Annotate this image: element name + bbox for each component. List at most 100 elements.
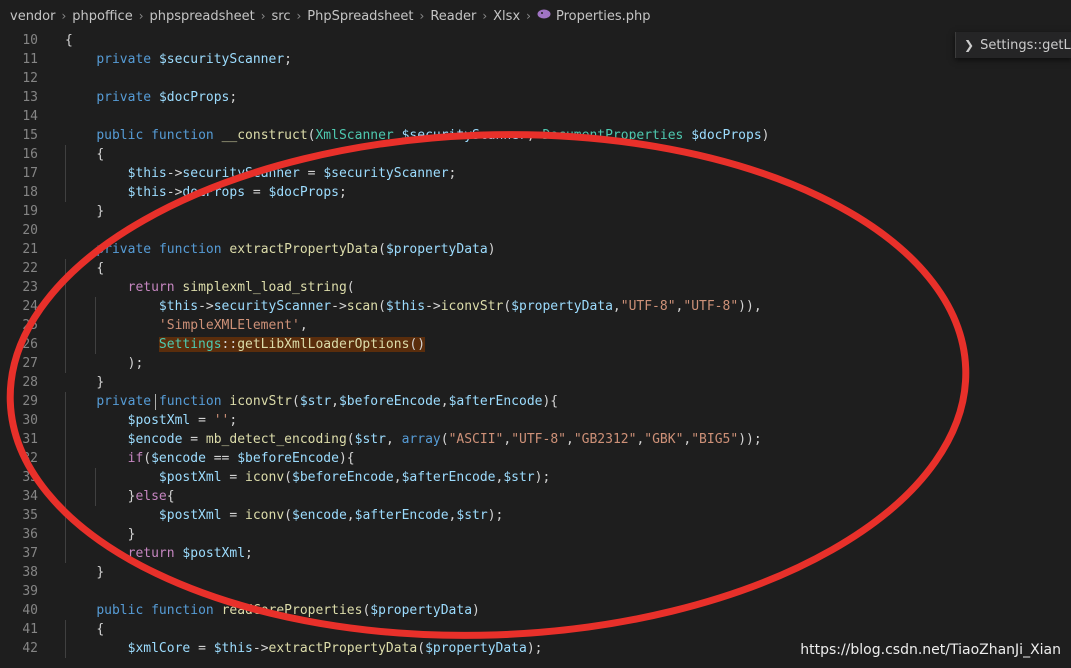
breadcrumb-item[interactable]: phpspreadsheet (150, 9, 255, 24)
code-token: $str (456, 508, 488, 523)
code-line[interactable]: 41 { (0, 620, 1071, 639)
code-token: securityScanner (182, 166, 300, 181)
code-line[interactable]: 19 } (0, 202, 1071, 221)
code-text: { (65, 145, 104, 164)
code-line[interactable]: 31 $encode = mb_detect_encoding($str, ar… (0, 430, 1071, 449)
code-line[interactable]: 36 } (0, 525, 1071, 544)
code-line[interactable]: 18 $this->docProps = $docProps; (0, 183, 1071, 202)
indent-guide (95, 297, 96, 354)
code-line[interactable]: 34 }else{ (0, 487, 1071, 506)
code-line[interactable]: 10 { (0, 31, 1071, 50)
code-token: $propertyData (511, 299, 613, 314)
breadcrumb-file[interactable]: Properties.php (556, 9, 651, 24)
code-line[interactable]: 23 return simplexml_load_string( (0, 278, 1071, 297)
code-token: return (127, 280, 175, 295)
code-token: , (565, 432, 574, 447)
line-number: 33 (22, 470, 38, 485)
chevron-right-icon: › (260, 9, 266, 23)
code-text: $postXml = ''; (65, 411, 238, 430)
code-line[interactable]: 14 (0, 107, 1071, 126)
code-text: private function extractPropertyData($pr… (65, 240, 495, 259)
line-number: 15 (22, 128, 38, 143)
code-line[interactable]: 40 public function readCoreProperties($p… (0, 601, 1071, 620)
code-line[interactable]: 24 $this->securityScanner->scan($this->i… (0, 297, 1071, 316)
code-line[interactable]: 39 (0, 582, 1071, 601)
code-line[interactable]: 29 private function iconvStr($str,$befor… (0, 392, 1071, 411)
breadcrumb-item[interactable]: phpoffice (72, 9, 132, 24)
code-token: -> (252, 641, 269, 656)
code-token: ( (378, 299, 386, 314)
code-token: $postXml (158, 470, 222, 485)
code-line[interactable]: 11 private $securityScanner; (0, 50, 1071, 69)
code-line[interactable]: 13 private $docProps; (0, 88, 1071, 107)
line-number: 39 (22, 584, 38, 599)
code-token: getLibXmlLoaderOptions (237, 337, 410, 352)
indent-guide (65, 259, 66, 373)
chevron-right-icon[interactable]: ❯ (964, 38, 974, 52)
sticky-scroll-widget[interactable]: ❯ Settings::getLibX (955, 32, 1071, 58)
code-token: $afterEncode (401, 470, 496, 485)
code-token: $encode (151, 451, 206, 466)
code-token: $propertyData (370, 603, 473, 618)
line-number: 37 (22, 546, 38, 561)
code-line[interactable]: 35 $postXml = iconv($encode,$afterEncode… (0, 506, 1071, 525)
code-line[interactable]: 32 if($encode == $beforeEncode){ (0, 449, 1071, 468)
indent-guide (65, 145, 66, 202)
code-token: -> (425, 299, 441, 314)
code-line[interactable]: 12 (0, 69, 1071, 88)
breadcrumb-item[interactable]: vendor (10, 9, 55, 24)
code-token: 'SimpleXMLElement' (158, 318, 300, 333)
code-token: $xmlCore (127, 641, 191, 656)
code-token: $docProps (268, 185, 339, 200)
code-line[interactable]: 27 ); (0, 354, 1071, 373)
code-token: $str (299, 394, 332, 409)
breadcrumb-item[interactable]: Reader (430, 9, 476, 24)
code-token: -> (166, 166, 183, 181)
code-token: ( (378, 242, 386, 257)
code-token: private (96, 52, 152, 67)
code-line[interactable]: 26 Settings::getLibXmlLoaderOptions() (0, 335, 1071, 354)
code-text: $postXml = iconv($encode,$afterEncode,$s… (65, 506, 503, 525)
code-line[interactable]: 28 } (0, 373, 1071, 392)
code-token: "UTF-8" (683, 299, 739, 314)
line-number: 19 (22, 204, 38, 219)
code-editor[interactable]: 10 {11 private $securityScanner; 12 13 priv… (0, 31, 1071, 668)
code-token: $this (127, 185, 167, 200)
breadcrumb-item[interactable]: PhpSpreadsheet (307, 9, 413, 24)
code-token: , (526, 128, 543, 143)
code-line[interactable]: 22 { (0, 259, 1071, 278)
code-token: securityScanner (213, 299, 332, 314)
breadcrumb-item[interactable]: src (272, 9, 291, 24)
chevron-right-icon: › (138, 9, 144, 23)
code-token: $postXml (158, 508, 222, 523)
code-token: :: (221, 337, 238, 352)
breadcrumb-item[interactable]: Xlsx (493, 9, 520, 24)
chevron-right-icon: › (526, 9, 531, 23)
code-line[interactable]: 16 { (0, 145, 1071, 164)
code-text: return simplexml_load_string( (65, 278, 355, 297)
code-line[interactable]: 37 return $postXml; (0, 544, 1071, 563)
code-line[interactable]: 30 $postXml = ''; (0, 411, 1071, 430)
code-line[interactable]: 21 private function extractPropertyData(… (0, 240, 1071, 259)
code-line[interactable]: 38 } (0, 563, 1071, 582)
code-line[interactable]: 33 $postXml = iconv($beforeEncode,$after… (0, 468, 1071, 487)
code-line[interactable]: 15 public function __construct(XmlScanne… (0, 126, 1071, 145)
code-text: private function iconvStr($str,$beforeEn… (65, 392, 558, 411)
indent-guide (95, 468, 96, 506)
code-token: readCoreProperties (221, 603, 363, 618)
code-line[interactable]: 25 'SimpleXMLElement', (0, 316, 1071, 335)
code-line[interactable]: 17 $this->securityScanner = $securitySca… (0, 164, 1071, 183)
code-line[interactable]: 20 (0, 221, 1071, 240)
code-token: } (127, 527, 136, 542)
code-token: "GB2312" (573, 432, 637, 447)
